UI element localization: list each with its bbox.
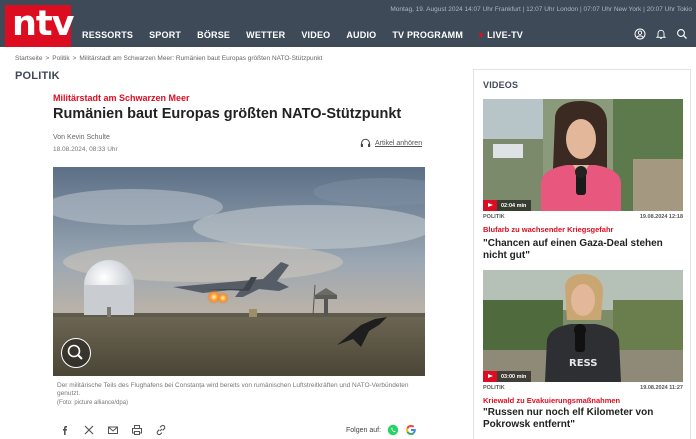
nav-tv-programm[interactable]: TV PROGRAMM xyxy=(392,30,463,40)
article-date: 18.08.2024, 08:33 Uhr xyxy=(53,146,118,153)
nav-boerse[interactable]: BÖRSE xyxy=(197,30,230,40)
google-icon[interactable] xyxy=(405,424,417,436)
video-category: POLITIK xyxy=(483,385,505,391)
fighter-jet-photo xyxy=(53,167,425,376)
timezone-clock-line: Montag, 19. August 2024 14:07 Uhr Frankf… xyxy=(390,6,692,13)
user-icon[interactable] xyxy=(634,28,646,40)
mail-icon[interactable] xyxy=(107,424,119,436)
breadcrumb: Startseite > Politik > Militärstadt am Schwa… xyxy=(15,55,322,62)
video-date: 19.08.2024 11:27 xyxy=(640,385,683,391)
bell-icon[interactable] xyxy=(655,28,667,40)
video-duration: 02:04 min xyxy=(501,202,527,209)
main-navigation: RESSORTS SPORT BÖRSE WETTER VIDEO AUDIO … xyxy=(82,30,539,40)
listen-label: Artikel anhören xyxy=(375,139,423,147)
video-duration-badge[interactable]: 02:04 min xyxy=(483,200,532,211)
logo-text: ntv xyxy=(12,4,74,44)
zoom-image-button[interactable] xyxy=(61,338,91,368)
nav-wetter[interactable]: WETTER xyxy=(246,30,285,40)
follow-label: Folgen auf: xyxy=(346,426,382,434)
nav-video[interactable]: VIDEO xyxy=(301,30,330,40)
image-caption: Der militärische Teils des Flughafens be… xyxy=(57,382,409,397)
image-credit: (Foto: picture alliance/dpa) xyxy=(57,400,129,406)
video-duration: 03:00 min xyxy=(501,373,527,380)
video-date: 19.08.2024 12:18 xyxy=(639,214,683,220)
breadcrumb-current: Militärstadt am Schwarzen Meer: Rumänien… xyxy=(79,55,323,62)
share-bar xyxy=(59,424,167,436)
nav-ressorts[interactable]: RESSORTS xyxy=(82,30,133,40)
magnifier-icon xyxy=(67,344,83,360)
svg-text:RESS: RESS xyxy=(569,358,598,369)
article-hero-image[interactable] xyxy=(53,167,425,376)
follow-bar: Folgen auf: xyxy=(346,424,417,436)
section-title[interactable]: POLITIK xyxy=(15,70,60,82)
video-category: POLITIK xyxy=(483,214,505,220)
video-meta: POLITIK 19.08.2024 12:18 xyxy=(483,214,683,220)
breadcrumb-separator: > xyxy=(45,55,50,62)
headphones-icon xyxy=(360,138,371,147)
video-thumbnail[interactable]: RESS 03:00 min xyxy=(483,270,683,382)
video-meta: POLITIK 19.08.2024 11:27 xyxy=(483,385,683,391)
nav-sport[interactable]: SPORT xyxy=(149,30,181,40)
site-header: ntv Montag, 19. August 2024 14:07 Uhr Fr… xyxy=(0,0,696,47)
nav-live-tv[interactable]: LIVE-TV xyxy=(479,30,523,40)
video-kicker: Kriewald zu Evakuierungsmaßnahmen xyxy=(483,396,621,405)
video-thumbnail[interactable]: 02:04 min xyxy=(483,99,683,211)
video-title[interactable]: "Russen nur noch elf Kilometer von Pokro… xyxy=(483,407,683,431)
ntv-logo[interactable]: ntv xyxy=(5,4,74,47)
article-kicker: Militärstadt am Schwarzen Meer xyxy=(53,93,190,103)
breadcrumb-politik[interactable]: Politik xyxy=(52,55,69,62)
article-author: Von Kevin Schulte xyxy=(53,134,110,141)
search-icon[interactable] xyxy=(676,28,688,40)
video-duration-badge[interactable]: 03:00 min xyxy=(483,371,532,382)
facebook-icon[interactable] xyxy=(59,424,71,436)
breadcrumb-separator: > xyxy=(72,55,77,62)
nav-audio[interactable]: AUDIO xyxy=(346,30,376,40)
listen-article-button[interactable]: Artikel anhören xyxy=(360,138,422,148)
whatsapp-icon[interactable] xyxy=(387,424,399,436)
video-title[interactable]: "Chancen auf einen Gaza-Deal stehen nich… xyxy=(483,238,683,262)
breadcrumb-home[interactable]: Startseite xyxy=(15,55,42,62)
live-dot-icon xyxy=(479,33,484,37)
play-icon xyxy=(483,200,497,211)
author-prefix: Von xyxy=(53,134,66,141)
author-name[interactable]: Kevin Schulte xyxy=(67,134,110,141)
reporter-thumbnail-1 xyxy=(483,99,683,211)
article-headline: Rumänien baut Europas größten NATO-Stütz… xyxy=(53,106,402,122)
link-icon[interactable] xyxy=(155,424,167,436)
header-icons xyxy=(634,28,688,40)
nav-live-tv-label: LIVE-TV xyxy=(487,30,523,40)
sidebar-title: VIDEOS xyxy=(483,80,519,90)
videos-sidebar: VIDEOS 02:04 min POLITIK 19.08.2024 12:1… xyxy=(473,69,691,439)
reporter-thumbnail-2: RESS xyxy=(483,270,683,382)
x-icon[interactable] xyxy=(83,424,95,436)
video-kicker: Blufarb zu wachsender Kriegsgefahr xyxy=(483,225,614,234)
play-icon xyxy=(483,371,497,382)
print-icon[interactable] xyxy=(131,424,143,436)
